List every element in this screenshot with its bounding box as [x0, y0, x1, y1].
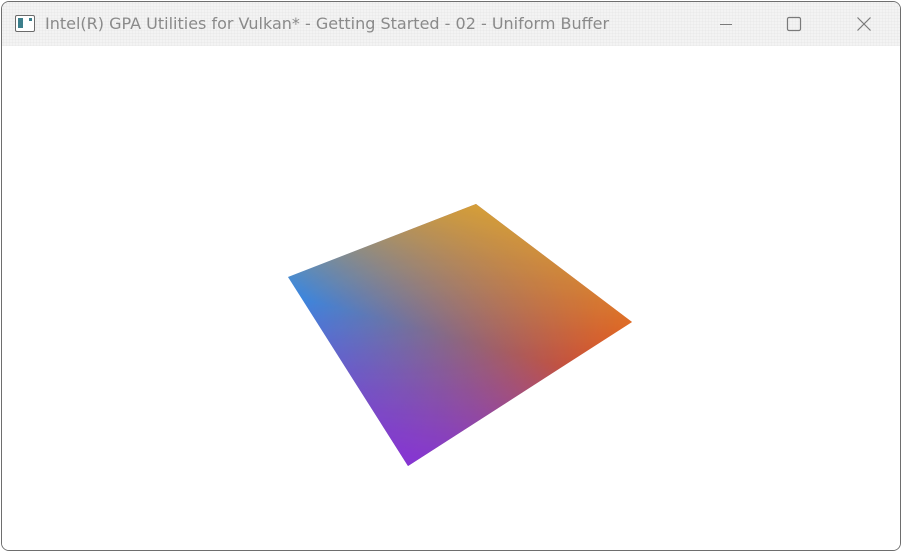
close-button[interactable]: [830, 2, 898, 46]
close-icon: [857, 17, 871, 31]
app-window-icon[interactable]: [15, 15, 35, 32]
render-viewport[interactable]: [2, 46, 900, 550]
maximize-icon: [786, 16, 802, 32]
minimize-button[interactable]: [692, 2, 760, 46]
app-window: Intel(R) GPA Utilities for Vulkan* - Get…: [1, 1, 901, 551]
maximize-button[interactable]: [760, 2, 828, 46]
scene-canvas: [288, 204, 632, 466]
title-bar[interactable]: Intel(R) GPA Utilities for Vulkan* - Get…: [2, 2, 900, 46]
minimize-icon: [720, 24, 732, 25]
app-icon-pane: [18, 18, 23, 28]
rotated-quad: [288, 204, 632, 466]
app-icon-dot: [29, 18, 32, 21]
window-title: Intel(R) GPA Utilities for Vulkan* - Get…: [45, 14, 610, 33]
